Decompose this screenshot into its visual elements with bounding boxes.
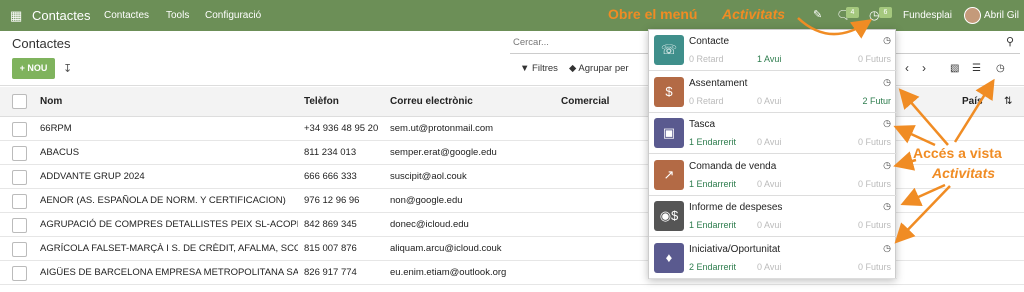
- annotation-arrows: [797, 17, 995, 244]
- arrow-to-activity-icon: [797, 17, 873, 39]
- arrow-to-informe: [900, 183, 946, 206]
- arrow-to-activity-view: [953, 78, 995, 143]
- arrow-to-assentament: [898, 88, 949, 146]
- arrow-to-tasca: [893, 125, 936, 147]
- arrow-to-comanda: [893, 151, 917, 171]
